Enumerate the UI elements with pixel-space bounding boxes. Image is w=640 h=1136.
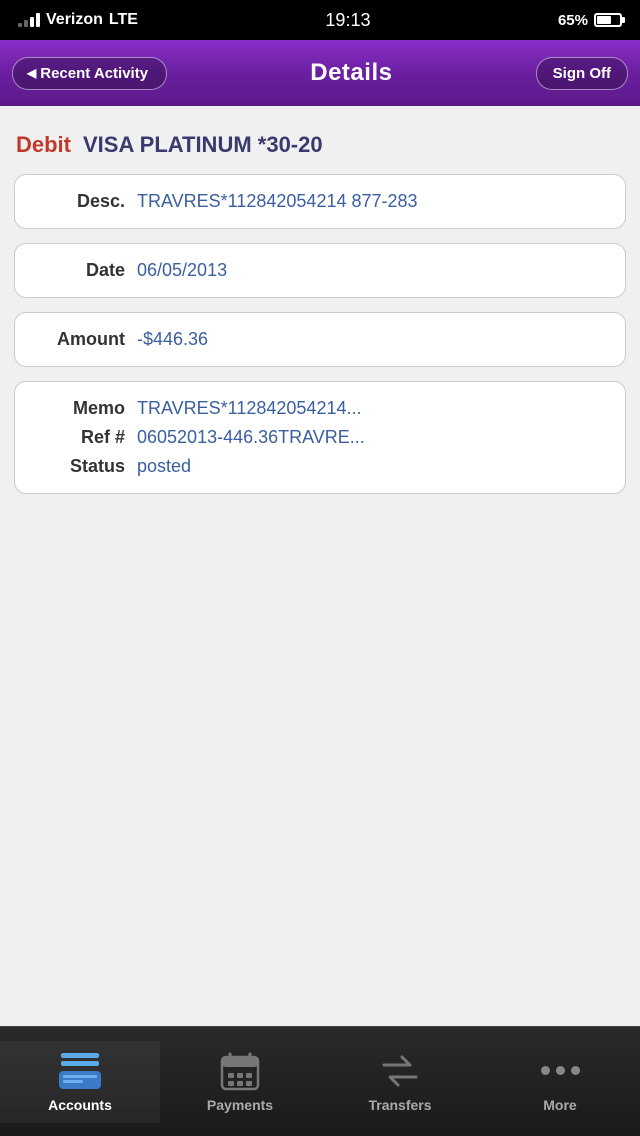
battery-icon <box>594 13 622 27</box>
status-left: Verizon LTE <box>18 11 138 29</box>
desc-card: Desc. TRAVRES*112842054214 877-283 <box>14 174 626 229</box>
amount-value: -$446.36 <box>137 329 605 350</box>
accounts-icon <box>58 1051 102 1091</box>
nav-bar: Recent Activity Details Sign Off <box>0 40 640 106</box>
ref-value: 06052013-446.36TRAVRE... <box>137 427 605 448</box>
amount-row: Amount -$446.36 <box>35 329 605 350</box>
memo-row: Memo TRAVRES*112842054214... <box>35 398 605 419</box>
desc-label: Desc. <box>35 191 125 212</box>
network-label: LTE <box>109 11 138 29</box>
desc-value: TRAVRES*112842054214 877-283 <box>137 191 605 212</box>
time-label: 19:13 <box>325 10 370 31</box>
memo-label: Memo <box>35 398 125 419</box>
tab-transfers[interactable]: Transfers <box>320 1041 480 1123</box>
date-value: 06/05/2013 <box>137 260 605 281</box>
more-dots <box>541 1066 580 1075</box>
page-title: Details <box>310 59 392 87</box>
signoff-button[interactable]: Sign Off <box>536 57 628 90</box>
status-right: 65% <box>558 12 622 29</box>
date-label: Date <box>35 260 125 281</box>
tab-accounts-label: Accounts <box>48 1097 112 1113</box>
dot-3 <box>571 1066 580 1075</box>
signal-icon <box>18 13 40 27</box>
dot-1 <box>541 1066 550 1075</box>
memo-value: TRAVRES*112842054214... <box>137 398 605 419</box>
payments-icon <box>218 1051 262 1091</box>
date-card: Date 06/05/2013 <box>14 243 626 298</box>
main-content: Debit VISA PLATINUM *30-20 Desc. TRAVRES… <box>0 106 640 1026</box>
battery-label: 65% <box>558 12 588 29</box>
tab-transfers-label: Transfers <box>368 1097 431 1113</box>
status-row: Status posted <box>35 456 605 477</box>
memo-card: Memo TRAVRES*112842054214... Ref # 06052… <box>14 381 626 494</box>
tab-payments-label: Payments <box>207 1097 273 1113</box>
amount-label: Amount <box>35 329 125 350</box>
amount-card: Amount -$446.36 <box>14 312 626 367</box>
transfers-icon <box>378 1051 422 1091</box>
account-name: VISA PLATINUM *30-20 <box>83 132 323 158</box>
ref-row: Ref # 06052013-446.36TRAVRE... <box>35 427 605 448</box>
desc-row: Desc. TRAVRES*112842054214 877-283 <box>35 191 605 212</box>
tab-bar: Accounts Payments <box>0 1026 640 1136</box>
tab-more-label: More <box>543 1097 576 1113</box>
status-value: posted <box>137 456 605 477</box>
transaction-header: Debit VISA PLATINUM *30-20 <box>14 124 626 174</box>
date-row: Date 06/05/2013 <box>35 260 605 281</box>
dot-2 <box>556 1066 565 1075</box>
more-icon <box>538 1051 582 1091</box>
tab-accounts[interactable]: Accounts <box>0 1041 160 1123</box>
carrier-label: Verizon <box>46 11 103 29</box>
status-label: Status <box>35 456 125 477</box>
battery-fill <box>597 16 611 24</box>
tab-payments[interactable]: Payments <box>160 1041 320 1123</box>
tab-more[interactable]: More <box>480 1041 640 1123</box>
status-bar: Verizon LTE 19:13 65% <box>0 0 640 40</box>
back-button[interactable]: Recent Activity <box>12 57 167 90</box>
transaction-type: Debit <box>16 132 71 158</box>
ref-label: Ref # <box>35 427 125 448</box>
